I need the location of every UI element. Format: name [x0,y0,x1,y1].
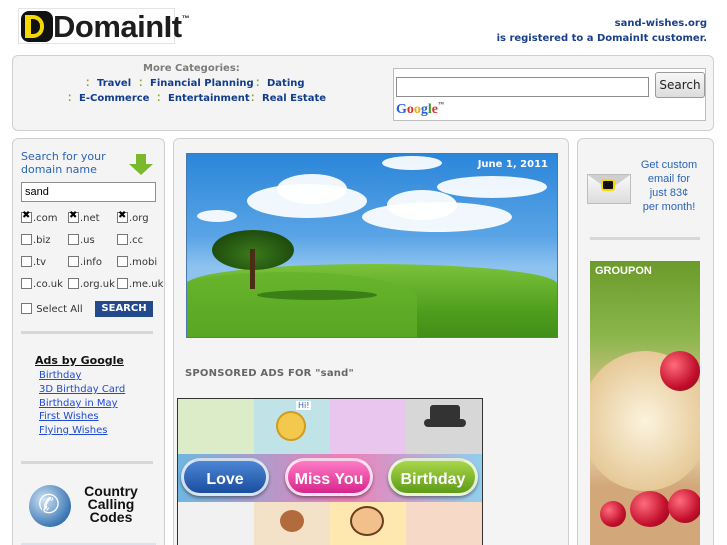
groupon-logo: GROUPON [595,265,652,277]
tld-checkbox-me-uk[interactable]: .me.uk [117,278,163,290]
country-calling-codes-link[interactable]: Country Calling Codes [71,484,151,524]
select-all-checkbox[interactable]: Select All [21,303,83,315]
groupon-ad-banner[interactable]: GROUPON [590,261,700,545]
bullet-icon: ⁚ [157,94,161,104]
google-search-button[interactable]: Search [655,72,705,98]
bullet-icon: ⁚ [139,79,143,89]
tld-checkbox-biz[interactable]: .biz [21,234,51,246]
miss-you-pill-button[interactable]: Miss You [285,458,373,496]
love-pill-button[interactable]: Love [181,458,269,496]
logo-text: DomainIt™ [53,9,190,44]
tld-checkbox-com[interactable]: .com [21,210,58,224]
tld-checkbox-us[interactable]: .us [68,234,95,246]
tld-checkbox-info[interactable]: .info [68,256,102,268]
bullet-icon: ⁚ [251,94,255,104]
logo-mark-icon [21,11,53,42]
ads-by-google-link[interactable]: Ads by Google [35,354,124,367]
hero-date: June 1, 2011 [477,159,548,170]
domain-search-title: Search for your domain name [21,150,106,176]
category-link-ecommerce[interactable]: ⁚ E-Commerce [68,93,149,104]
top-panel: More Categories: ⁚ Travel ⁚ Financial Plan… [12,55,714,131]
ad-link-first-wishes[interactable]: First Wishes [39,411,99,422]
divider [21,331,153,334]
registered-domain: sand-wishes.org [614,18,707,29]
ad-link-3d-birthday-card[interactable]: 3D Birthday Card [39,384,125,395]
tld-checkbox-org-uk[interactable]: .org.uk [68,278,115,290]
domain-name-input[interactable] [21,182,156,202]
registration-notice: sand-wishes.org is registered to a Domai… [497,16,707,46]
divider [21,461,153,464]
promo-panel: Get custom email for just 83¢ per month!… [577,138,714,545]
hi-label: Hi! [296,401,312,410]
divider [590,237,700,240]
main-content-panel: June 1, 2011 SPONSORED ADS FOR "sand" Hi… [173,138,569,545]
category-link-entertainment[interactable]: ⁚ Entertainment [157,93,250,104]
birthday-pill-button[interactable]: Birthday [388,458,478,496]
domain-search-panel: Search for your domain name .com .net .o… [12,138,165,545]
category-link-travel[interactable]: ⁚ Travel [86,78,131,89]
google-search-input[interactable] [396,77,649,97]
category-link-dating[interactable]: ⁚ Dating [256,78,305,89]
category-link-real-estate[interactable]: ⁚ Real Estate [251,93,326,104]
ecard-banner-ad[interactable]: Hi! Love Miss You Birthday [177,398,483,545]
bullet-icon: ⁚ [68,94,72,104]
bullet-icon: ⁚ [86,79,90,89]
tld-checkbox-org[interactable]: .org [117,210,149,224]
sponsored-ads-heading: SPONSORED ADS FOR "sand" [185,368,354,379]
domain-search-button[interactable]: SEARCH [95,301,153,317]
domainit-logo[interactable]: DomainIt™ [18,8,190,44]
google-search-box: Search Google™ [393,68,706,121]
tld-checkbox-co-uk[interactable]: .co.uk [21,278,63,290]
bullet-icon: ⁚ [256,79,260,89]
tld-checkbox-tv[interactable]: .tv [21,256,46,268]
phone-icon[interactable] [29,485,71,527]
tld-checkbox-net[interactable]: .net [68,210,100,224]
category-link-financial-planning[interactable]: ⁚ Financial Planning [139,78,254,89]
custom-email-promo-link[interactable]: Get custom email for just 83¢ per month! [634,158,704,214]
more-categories-label: More Categories: [143,63,240,74]
ad-link-flying-wishes[interactable]: Flying Wishes [39,425,107,436]
registration-text: is registered to a DomainIt customer. [496,33,707,44]
tld-checkbox-mobi[interactable]: .mobi [117,256,157,268]
google-logo: Google™ [396,102,444,117]
email-envelope-icon[interactable] [587,174,631,204]
hero-landscape-image: June 1, 2011 [186,153,558,338]
arrow-down-icon [129,154,153,176]
ad-link-birthday[interactable]: Birthday [39,370,81,381]
tld-checkbox-cc[interactable]: .cc [117,234,143,246]
ad-link-birthday-in-may[interactable]: Birthday in May [39,398,118,409]
